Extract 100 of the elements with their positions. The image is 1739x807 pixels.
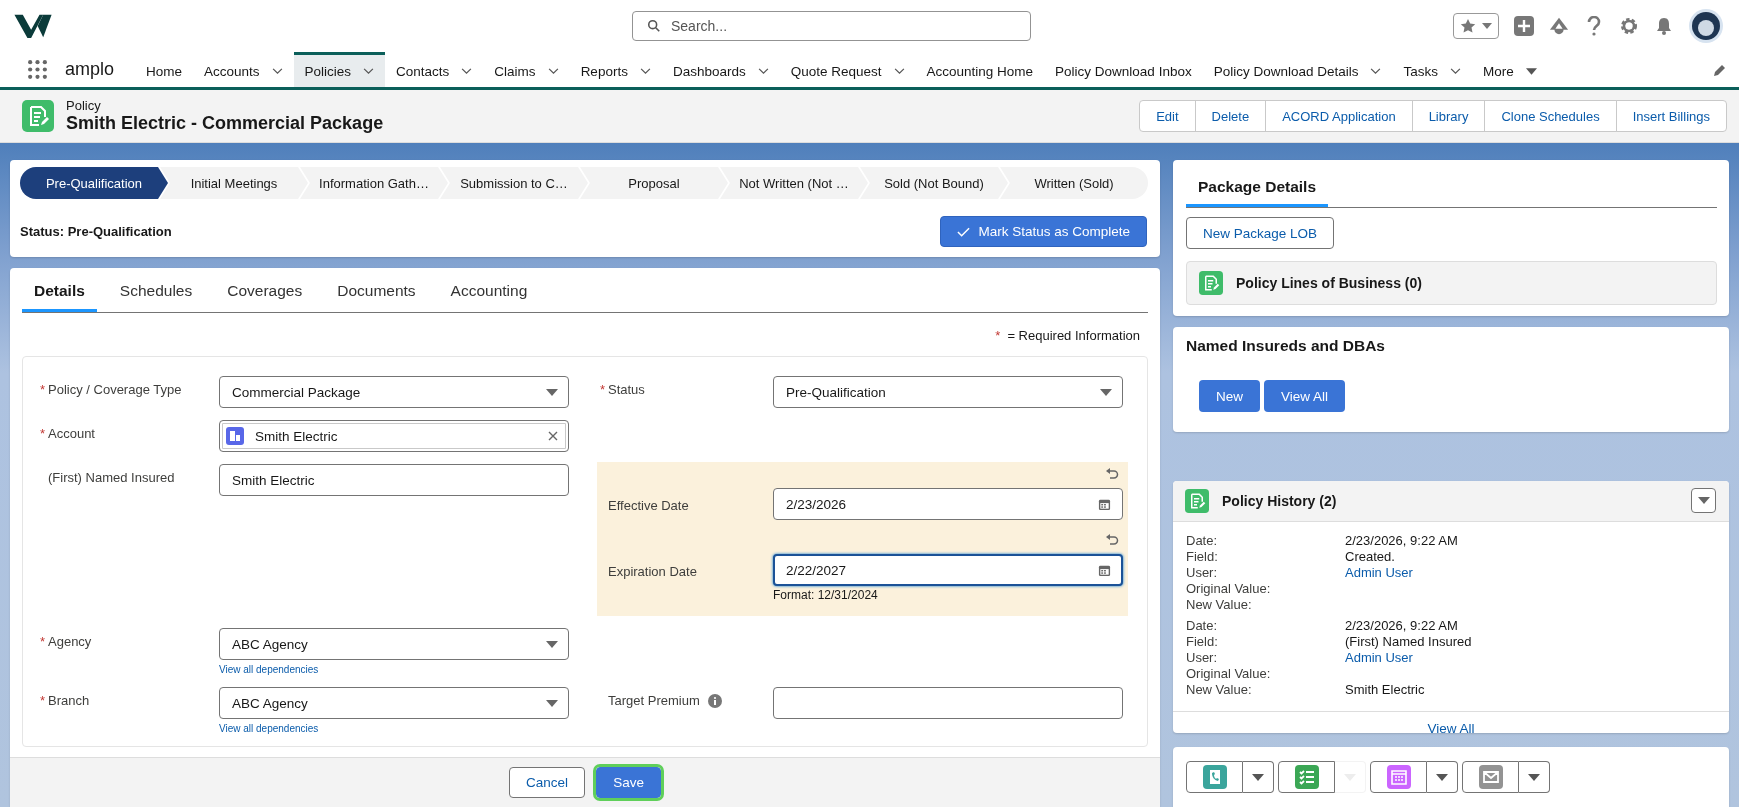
search-field[interactable]: Search...: [632, 11, 1031, 41]
card-button[interactable]: New: [1199, 380, 1260, 412]
mark-complete-button[interactable]: Mark Status as Complete: [940, 216, 1147, 247]
required-mark: *: [40, 693, 46, 708]
action-button[interactable]: ACORD Application: [1265, 100, 1413, 132]
dropdown-button[interactable]: [1519, 761, 1550, 793]
path-stage[interactable]: Submission to C…: [440, 167, 588, 199]
favorites-button[interactable]: [1453, 13, 1499, 39]
nav-tab[interactable]: Tasks: [1392, 52, 1472, 87]
history-value: Created.: [1345, 548, 1396, 565]
nav-tab[interactable]: More: [1472, 52, 1548, 87]
settings-icon[interactable]: [1619, 16, 1639, 36]
dependencies-link[interactable]: View all dependencies: [219, 664, 319, 675]
dropdown-button[interactable]: [1243, 761, 1274, 793]
event-action-button[interactable]: [1370, 761, 1427, 793]
nav-tab[interactable]: Claims: [483, 52, 570, 87]
dropdown-field[interactable]: ABC Agency: [219, 628, 569, 660]
document-icon: [1185, 488, 1209, 513]
nav-tab[interactable]: Policy Download Details: [1202, 52, 1393, 87]
required-mark: *: [995, 328, 1001, 343]
date-field[interactable]: 2/22/2027: [773, 554, 1123, 586]
required-note: = Required Information: [1007, 328, 1140, 343]
undo-icon[interactable]: [1105, 533, 1119, 547]
document-icon: [1199, 271, 1223, 295]
caret-icon: [1252, 773, 1264, 781]
path-stage[interactable]: Pre-Qualification: [20, 167, 168, 199]
tab[interactable]: Details: [22, 282, 97, 312]
nav-tab[interactable]: Policy Download Inbox: [1044, 52, 1203, 87]
nav-tab[interactable]: Accounting Home: [915, 52, 1045, 87]
path-stage[interactable]: Not Written (Not …: [720, 167, 868, 199]
email-action-button[interactable]: [1462, 761, 1519, 793]
undo-icon[interactable]: [1105, 467, 1119, 481]
info-icon[interactable]: [707, 694, 722, 708]
tab[interactable]: Schedules: [107, 282, 205, 312]
history-label: Field:: [1186, 548, 1219, 565]
history-label: Field:: [1186, 633, 1219, 650]
dropdown-field[interactable]: Commercial Package: [219, 376, 569, 408]
pencil-icon[interactable]: [1713, 62, 1727, 77]
path-stage[interactable]: Information Gath…: [300, 167, 448, 199]
tab[interactable]: Package Details: [1186, 178, 1329, 207]
new-package-button[interactable]: New Package LOB: [1186, 217, 1335, 249]
dependencies-link[interactable]: View all dependencies: [219, 723, 319, 734]
call-action-button[interactable]: [1186, 761, 1243, 793]
nav-tab[interactable]: Quote Request: [779, 52, 916, 87]
avatar-icon[interactable]: [1689, 9, 1723, 43]
nav-tab[interactable]: Contacts: [385, 52, 484, 87]
action-button[interactable]: Edit: [1139, 100, 1196, 132]
date-field[interactable]: 2/23/2026: [773, 488, 1123, 520]
dropdown-field[interactable]: Pre-Qualification: [773, 376, 1123, 408]
tab[interactable]: Coverages: [215, 282, 315, 312]
action-button[interactable]: Delete: [1194, 100, 1267, 132]
path-stage[interactable]: Initial Meetings: [160, 167, 308, 199]
building-icon: [226, 427, 244, 445]
close-icon[interactable]: [548, 431, 558, 441]
path-stage[interactable]: Proposal: [580, 167, 728, 199]
text-field[interactable]: [773, 687, 1123, 719]
required-mark: *: [40, 382, 46, 397]
calendar-icon[interactable]: [1098, 498, 1111, 511]
plus-icon[interactable]: [1514, 16, 1534, 36]
cancel-button[interactable]: Cancel: [509, 767, 586, 798]
save-button[interactable]: Save: [596, 767, 661, 798]
card-button[interactable]: View All: [1264, 380, 1346, 412]
nav-tab[interactable]: Accounts: [193, 52, 294, 87]
history-label: User:: [1186, 564, 1219, 581]
required-mark: *: [40, 634, 46, 649]
star-icon: [1460, 18, 1476, 34]
user-link[interactable]: Admin User: [1345, 649, 1716, 666]
required-mark: *: [600, 382, 606, 397]
nav-tab[interactable]: Dashboards: [661, 52, 780, 87]
format-hint: Format: 12/31/2024: [773, 588, 879, 602]
field-label: (First) Named Insured: [48, 470, 175, 485]
action-button[interactable]: Insert Billings: [1615, 100, 1727, 132]
dropdown-button[interactable]: [1427, 761, 1458, 793]
required-mark: *: [40, 426, 46, 441]
action-button[interactable]: Library: [1411, 100, 1486, 132]
logo-icon[interactable]: [14, 13, 52, 39]
caret-icon: [546, 388, 558, 396]
text-field[interactable]: Smith Electric: [219, 464, 569, 496]
nav-tab[interactable]: Reports: [569, 52, 662, 87]
search-icon: [647, 19, 661, 33]
nav-tab[interactable]: Policies: [293, 52, 386, 87]
view-all-link[interactable]: View All: [1427, 720, 1475, 733]
tab[interactable]: Accounting: [438, 282, 540, 312]
user-link[interactable]: Admin User: [1345, 564, 1716, 581]
dropdown-field[interactable]: ABC Agency: [219, 687, 569, 719]
lookup-field[interactable]: Smith Electric: [219, 420, 569, 452]
tab[interactable]: Documents: [325, 282, 428, 312]
bell-icon[interactable]: [1654, 16, 1674, 36]
calendar-icon[interactable]: [1098, 564, 1111, 577]
path-stage[interactable]: Written (Sold): [1000, 167, 1148, 199]
action-button[interactable]: Clone Schedules: [1484, 100, 1617, 132]
path-stage[interactable]: Sold (Not Bound): [860, 167, 1008, 199]
dropdown-button[interactable]: [1691, 488, 1716, 514]
history-label: New Value:: [1186, 681, 1253, 698]
nav-tab[interactable]: Home: [135, 52, 193, 87]
task-action-button[interactable]: [1278, 761, 1335, 793]
history-label: Date:: [1186, 617, 1219, 634]
field-label: Policy / Coverage Type: [48, 382, 182, 397]
caret-icon: [1697, 497, 1710, 505]
app-launcher-icon[interactable]: [27, 59, 48, 80]
